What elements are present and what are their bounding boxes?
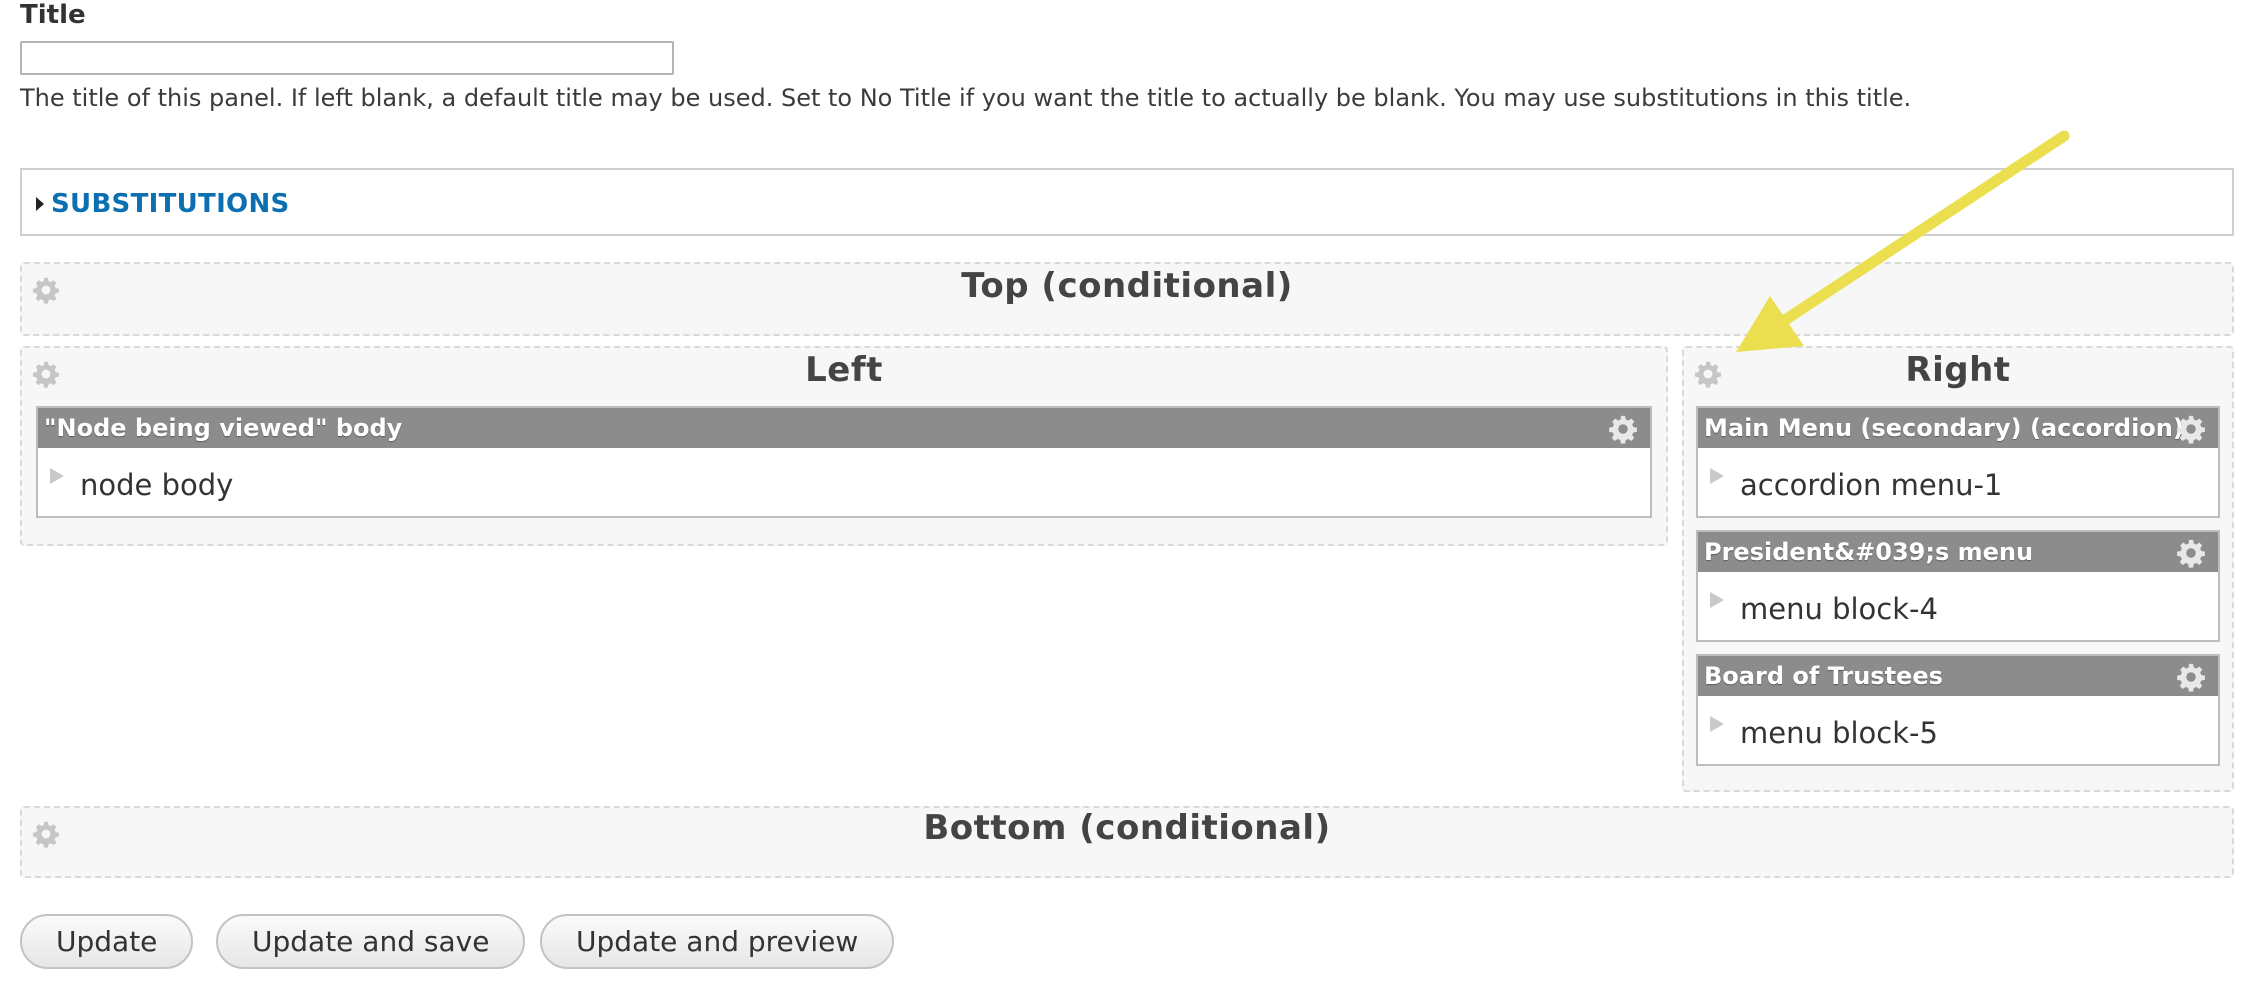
region-right-title: Right xyxy=(1905,350,2011,390)
pane-title: "Node being viewed" body xyxy=(44,414,403,442)
pane-gear-icon[interactable] xyxy=(2176,538,2206,568)
expand-arrow-icon[interactable] xyxy=(1710,468,1724,484)
region-bottom: Bottom (conditional) xyxy=(20,806,2234,878)
expand-arrow-icon[interactable] xyxy=(1710,592,1724,608)
region-top: Top (conditional) xyxy=(20,262,2234,336)
update-and-save-button[interactable]: Update and save xyxy=(216,914,526,969)
pane-gear-icon[interactable] xyxy=(2176,414,2206,444)
pane-header[interactable]: President&#039;s menu xyxy=(1698,532,2218,572)
region-left: Left "Node being viewed" body node body xyxy=(20,346,1668,546)
title-input[interactable] xyxy=(20,41,674,75)
pane-header[interactable]: "Node being viewed" body xyxy=(38,408,1650,448)
pane-title: Main Menu (secondary) (accordion) xyxy=(1704,414,2184,442)
expand-arrow-icon[interactable] xyxy=(1710,716,1724,732)
title-description: The title of this panel. If left blank, … xyxy=(20,84,1912,112)
pane-header[interactable]: Board of Trustees xyxy=(1698,656,2218,696)
region-right: Right Main Menu (secondary) (accordion) … xyxy=(1682,346,2234,792)
collapsed-triangle-icon xyxy=(36,197,44,211)
pane-main-menu: Main Menu (secondary) (accordion) accord… xyxy=(1696,406,2220,518)
pane-board-of-trustees: Board of Trustees menu block-5 xyxy=(1696,654,2220,766)
pane-gear-icon[interactable] xyxy=(2176,662,2206,692)
pane-node-body: "Node being viewed" body node body xyxy=(36,406,1652,518)
pane-title: President&#039;s menu xyxy=(1704,538,2034,566)
update-and-preview-button[interactable]: Update and preview xyxy=(540,914,895,969)
pane-content-label[interactable]: menu block-5 xyxy=(1740,716,1938,750)
substitutions-toggle[interactable]: SUBSTITUTIONS xyxy=(36,189,290,219)
pane-content-label[interactable]: accordion menu-1 xyxy=(1740,468,2002,502)
title-label: Title xyxy=(20,0,86,30)
substitutions-fieldset: SUBSTITUTIONS xyxy=(20,168,2234,236)
update-button[interactable]: Update xyxy=(20,914,194,969)
pane-content-label[interactable]: menu block-4 xyxy=(1740,592,1938,626)
pane-title: Board of Trustees xyxy=(1704,662,1943,690)
pane-presidents-menu: President&#039;s menu menu block-4 xyxy=(1696,530,2220,642)
region-left-title: Left xyxy=(805,350,883,390)
pane-content-label[interactable]: node body xyxy=(80,468,233,502)
pane-gear-icon[interactable] xyxy=(1608,414,1638,444)
expand-arrow-icon[interactable] xyxy=(50,468,64,484)
region-top-title: Top (conditional) xyxy=(961,266,1293,306)
region-bottom-title: Bottom (conditional) xyxy=(923,808,1331,848)
substitutions-link[interactable]: SUBSTITUTIONS xyxy=(51,189,290,219)
pane-header[interactable]: Main Menu (secondary) (accordion) xyxy=(1698,408,2218,448)
